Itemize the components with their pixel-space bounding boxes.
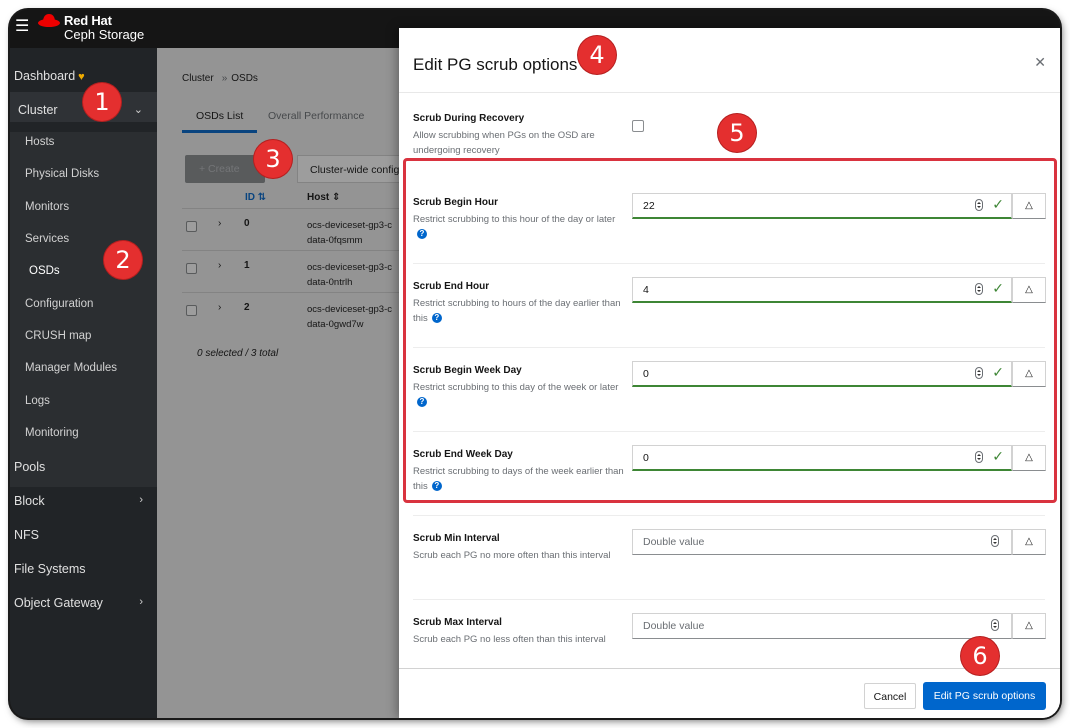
edit-pg-scrub-options-button[interactable]: Edit PG scrub options bbox=[923, 682, 1046, 710]
modal-title: Edit PG scrub options bbox=[413, 55, 578, 74]
callout-marker-1: 1 bbox=[83, 83, 121, 121]
callout-marker-2: 2 bbox=[104, 241, 142, 279]
sidebar-item-monitoring[interactable]: Monitoring bbox=[10, 427, 157, 439]
eraser-icon: △ bbox=[1025, 620, 1033, 631]
brand-name: Red Hat bbox=[64, 13, 112, 28]
sidebar-item-file-systems[interactable]: File Systems bbox=[10, 562, 157, 576]
sidebar-item-configuration[interactable]: Configuration bbox=[10, 298, 157, 310]
eraser-button[interactable]: △ bbox=[1012, 529, 1046, 555]
scrub-max-interval-input[interactable]: Double value bbox=[632, 613, 1012, 639]
chevron-right-icon: › bbox=[139, 494, 143, 506]
highlight-box bbox=[403, 158, 1057, 503]
sidebar-item-services[interactable]: Services bbox=[10, 233, 157, 245]
chevron-right-icon: › bbox=[139, 596, 143, 608]
sidebar-item-hosts[interactable]: Hosts bbox=[10, 136, 157, 148]
red-hat-logo-icon bbox=[38, 14, 60, 27]
app-window: ☰ Red Hat Ceph Storage Dashboard ♥ Cluste… bbox=[10, 10, 1060, 718]
callout-marker-4: 4 bbox=[578, 36, 616, 74]
callout-marker-6: 6 bbox=[961, 637, 999, 675]
sidebar-item-dashboard[interactable]: Dashboard ♥ bbox=[10, 69, 157, 83]
sidebar-item-monitors[interactable]: Monitors bbox=[10, 201, 157, 213]
eraser-icon: △ bbox=[1025, 536, 1033, 547]
modal-footer: Cancel Edit PG scrub options bbox=[399, 668, 1060, 718]
sidebar-item-logs[interactable]: Logs bbox=[10, 395, 157, 407]
sidebar-item-nfs[interactable]: NFS bbox=[10, 528, 157, 542]
callout-marker-3: 3 bbox=[254, 140, 292, 178]
sidebar: Dashboard ♥ Cluster ⌄ Hosts Physical Disk… bbox=[10, 48, 157, 718]
field-scrub-during-recovery: Scrub During Recovery Allow scrubbing wh… bbox=[413, 113, 595, 156]
brand-product: Ceph Storage bbox=[64, 27, 145, 42]
callout-marker-5: 5 bbox=[718, 114, 756, 152]
eraser-button[interactable]: △ bbox=[1012, 613, 1046, 639]
sidebar-item-block[interactable]: Block › bbox=[10, 494, 157, 508]
sidebar-item-physical-disks[interactable]: Physical Disks bbox=[10, 168, 157, 180]
field-scrub-min-interval: Scrub Min Interval Scrub each PG no more… bbox=[413, 533, 611, 561]
scrub-during-recovery-checkbox[interactable] bbox=[632, 120, 644, 132]
sidebar-item-crush-map[interactable]: CRUSH map bbox=[10, 330, 157, 342]
close-icon[interactable]: ✕ bbox=[1034, 54, 1046, 71]
field-scrub-max-interval: Scrub Max Interval Scrub each PG no less… bbox=[413, 617, 606, 645]
hamburger-menu-icon[interactable]: ☰ bbox=[15, 19, 29, 35]
stepper-icon[interactable] bbox=[991, 535, 999, 547]
stepper-icon[interactable] bbox=[991, 619, 999, 631]
scrub-min-interval-input[interactable]: Double value bbox=[632, 529, 1012, 555]
cancel-button[interactable]: Cancel bbox=[864, 683, 916, 709]
sidebar-item-object-gateway[interactable]: Object Gateway › bbox=[10, 596, 157, 610]
health-heart-icon: ♥ bbox=[78, 71, 85, 83]
chevron-down-icon: ⌄ bbox=[133, 104, 143, 116]
sidebar-item-pools[interactable]: Pools bbox=[10, 460, 157, 474]
sidebar-item-manager-modules[interactable]: Manager Modules bbox=[10, 362, 157, 374]
